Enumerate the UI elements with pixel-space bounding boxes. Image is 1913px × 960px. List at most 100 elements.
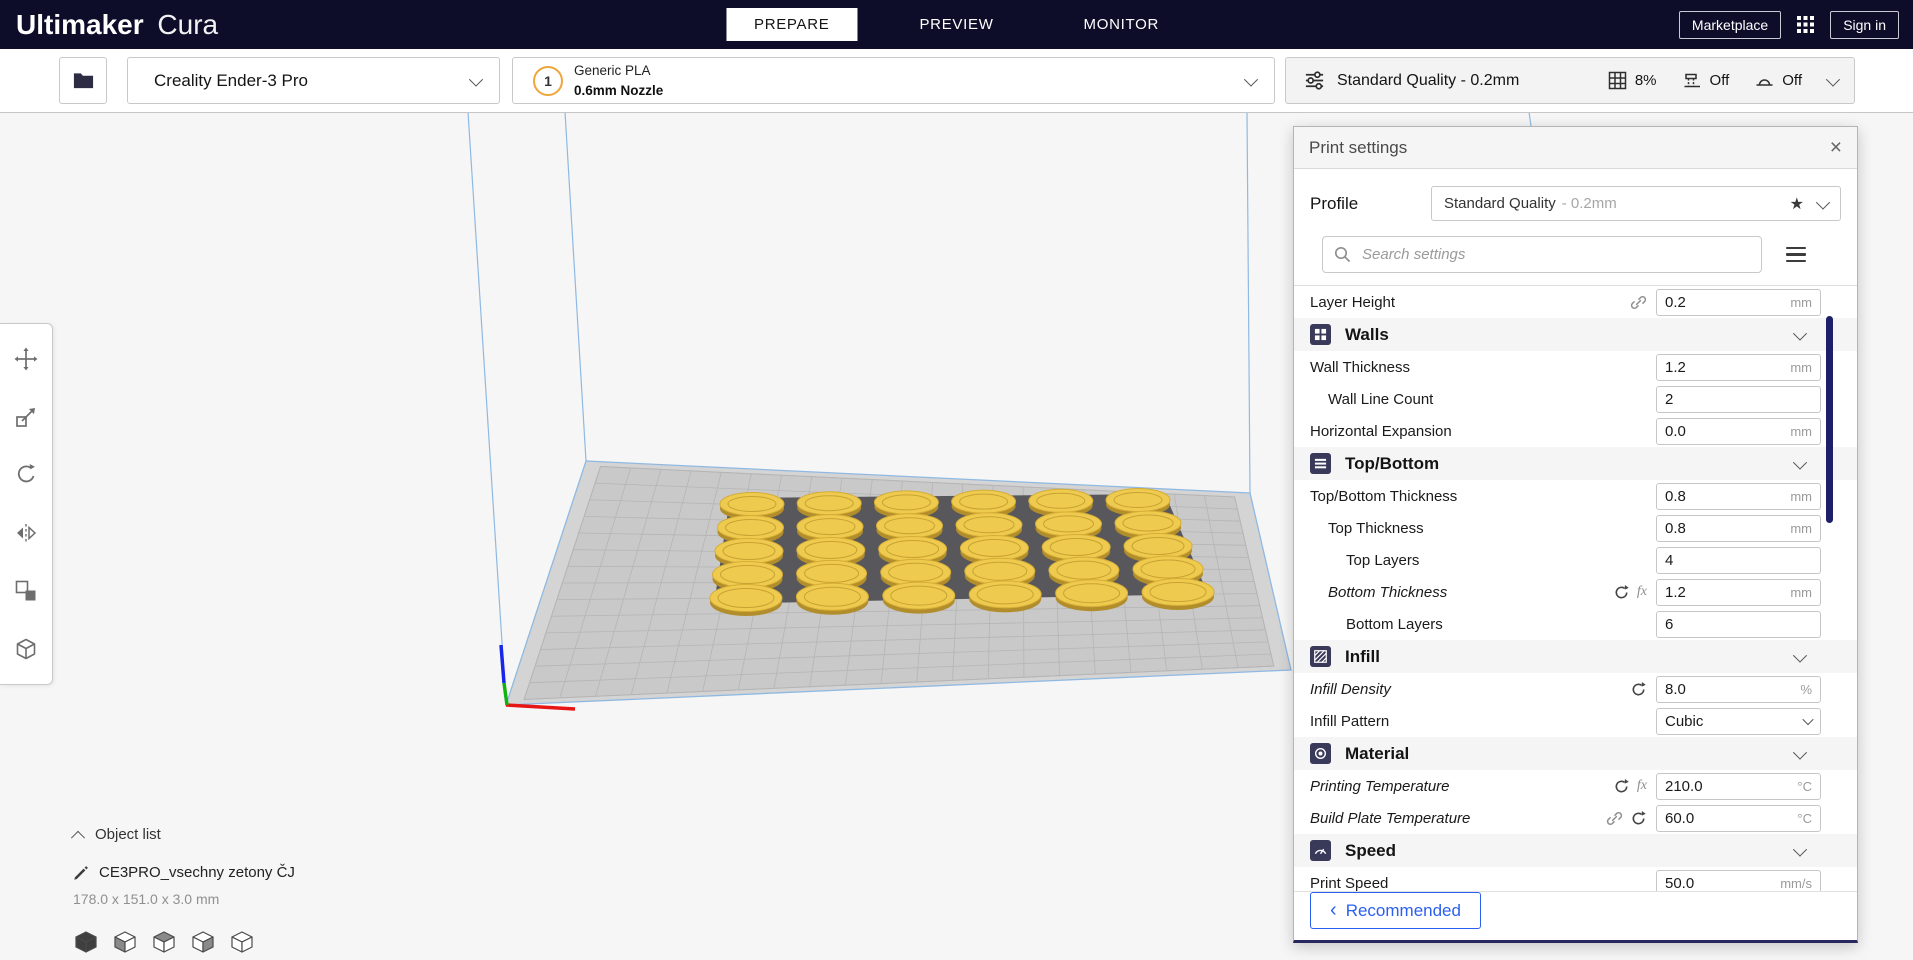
revert-icon[interactable] <box>1630 681 1647 698</box>
close-icon[interactable]: × <box>1830 137 1842 158</box>
setting-value-input[interactable]: 0.8mm <box>1656 483 1821 510</box>
marketplace-button[interactable]: Marketplace <box>1679 11 1781 39</box>
chevron-up-icon <box>71 830 85 844</box>
setting-row-layer-height: Layer Height0.2mm <box>1294 286 1857 318</box>
setting-value-input[interactable]: 4 <box>1656 547 1821 574</box>
setting-unit: % <box>1800 682 1812 697</box>
adhesion-summary: Off <box>1755 71 1802 90</box>
setting-value-input[interactable]: 2 <box>1656 386 1821 413</box>
move-tool-button[interactable] <box>0 330 52 388</box>
setting-value-input[interactable]: 1.2mm <box>1656 579 1821 606</box>
setting-icons <box>1630 681 1647 698</box>
category-infill[interactable]: Infill <box>1294 640 1857 673</box>
profile-value: Standard Quality <box>1444 195 1556 212</box>
tab-monitor[interactable]: MONITOR <box>1056 8 1187 41</box>
setting-value: 1.2 <box>1665 359 1686 376</box>
y-axis <box>504 683 507 705</box>
category-top-bottom[interactable]: Top/Bottom <box>1294 447 1857 480</box>
revert-icon[interactable] <box>1630 810 1647 827</box>
configuration-bar: Creality Ender-3 Pro 1 Generic PLA 0.6mm… <box>0 49 1913 113</box>
material-selector[interactable]: 1 Generic PLA 0.6mm Nozzle <box>512 57 1275 104</box>
scale-tool-button[interactable] <box>0 388 52 446</box>
chevron-down-icon <box>1793 455 1807 469</box>
setting-value-input[interactable]: 0.0mm <box>1656 418 1821 445</box>
setting-dropdown[interactable]: Cubic <box>1656 708 1821 735</box>
setting-unit: mm <box>1790 295 1812 310</box>
view-right-icon[interactable] <box>229 929 255 955</box>
recommended-mode-button[interactable]: ‹ Recommended <box>1310 892 1481 929</box>
setting-label: Wall Line Count <box>1310 391 1647 408</box>
search-icon <box>1334 246 1351 263</box>
x-axis <box>506 705 575 709</box>
infill-summary: 8% <box>1608 71 1657 90</box>
profile-label: Profile <box>1310 194 1431 214</box>
printer-name: Creality Ender-3 Pro <box>154 71 308 91</box>
tab-preview[interactable]: PREVIEW <box>891 8 1021 41</box>
setting-row-build-plate-temperature: Build Plate Temperature 60.0°C <box>1294 802 1857 834</box>
category-walls[interactable]: Walls <box>1294 318 1857 351</box>
rotate-icon <box>13 462 39 488</box>
profile-summary: Standard Quality - 0.2mm <box>1337 72 1519 90</box>
setting-unit: °C <box>1797 811 1812 826</box>
object-list-toggle[interactable]: Object list <box>73 826 295 843</box>
chevron-left-icon: ‹ <box>1330 900 1337 920</box>
setting-label: Bottom Layers <box>1310 616 1647 633</box>
setting-label: Wall Thickness <box>1310 359 1647 376</box>
printer-selector[interactable]: Creality Ender-3 Pro <box>127 57 500 104</box>
support-blocker-button[interactable] <box>0 620 52 678</box>
setting-label: Infill Pattern <box>1310 713 1647 730</box>
category-speed[interactable]: Speed <box>1294 834 1857 867</box>
view-left-icon[interactable] <box>190 929 216 955</box>
setting-value-input[interactable]: 0.2mm <box>1656 289 1821 316</box>
function-icon[interactable]: fx <box>1637 584 1647 600</box>
setting-value-input[interactable]: 50.0mm/s <box>1656 870 1821 893</box>
setting-label: Build Plate Temperature <box>1310 810 1606 827</box>
setting-label: Bottom Thickness <box>1310 584 1613 601</box>
revert-icon[interactable] <box>1613 584 1630 601</box>
setting-value: 210.0 <box>1665 778 1703 795</box>
settings-scrollbar[interactable] <box>1826 316 1833 523</box>
category-material[interactable]: Material <box>1294 737 1857 770</box>
object-file-name: CE3PRO_vsechny zetony ČJ <box>99 864 295 881</box>
setting-value-input[interactable]: 6 <box>1656 611 1821 638</box>
view-3d-icon[interactable] <box>73 929 99 955</box>
support-summary: Off <box>1683 71 1730 90</box>
object-list-item[interactable]: CE3PRO_vsechny zetony ČJ <box>73 864 295 881</box>
print-settings-summary[interactable]: Standard Quality - 0.2mm 8% <box>1285 57 1855 104</box>
view-top-icon[interactable] <box>151 929 177 955</box>
open-file-button[interactable] <box>59 57 107 104</box>
setting-value: 0.0 <box>1665 423 1686 440</box>
setting-value: 8.0 <box>1665 681 1686 698</box>
setting-row-print-speed: Print Speed 50.0mm/s <box>1294 867 1857 892</box>
favorite-star-icon[interactable]: ★ <box>1790 194 1804 214</box>
setting-value-input[interactable]: 0.8mm <box>1656 515 1821 542</box>
setting-unit: mm/s <box>1780 876 1812 891</box>
walls-category-icon <box>1310 324 1331 345</box>
object-list-title: Object list <box>95 826 161 843</box>
rotate-tool-button[interactable] <box>0 446 52 504</box>
setting-value-input[interactable]: 210.0°C <box>1656 773 1821 800</box>
revert-icon[interactable] <box>1613 778 1630 795</box>
profile-row: Profile Standard Quality - 0.2mm ★ <box>1310 186 1841 221</box>
search-input[interactable] <box>1360 245 1750 264</box>
tool-column <box>0 323 53 685</box>
category-label: Top/Bottom <box>1345 454 1439 474</box>
setting-label: Print Speed <box>1310 875 1647 892</box>
setting-value-input[interactable]: 8.0% <box>1656 676 1821 703</box>
profile-select[interactable]: Standard Quality - 0.2mm ★ <box>1431 186 1841 221</box>
view-front-icon[interactable] <box>112 929 138 955</box>
stage-tabs: PREPARE PREVIEW MONITOR <box>726 8 1187 41</box>
function-icon[interactable]: fx <box>1637 778 1647 794</box>
category-label: Walls <box>1345 325 1389 345</box>
setting-value: 6 <box>1665 616 1673 633</box>
link-icon[interactable] <box>1630 294 1647 311</box>
per-model-settings-button[interactable] <box>0 562 52 620</box>
link-icon[interactable] <box>1606 810 1623 827</box>
tab-prepare[interactable]: PREPARE <box>726 8 857 41</box>
mirror-tool-button[interactable] <box>0 504 52 562</box>
setting-value-input[interactable]: 1.2mm <box>1656 354 1821 381</box>
applications-grid-icon[interactable] <box>1796 15 1815 34</box>
setting-value-input[interactable]: 60.0°C <box>1656 805 1821 832</box>
sign-in-button[interactable]: Sign in <box>1830 11 1899 39</box>
settings-menu-icon[interactable] <box>1786 247 1806 262</box>
